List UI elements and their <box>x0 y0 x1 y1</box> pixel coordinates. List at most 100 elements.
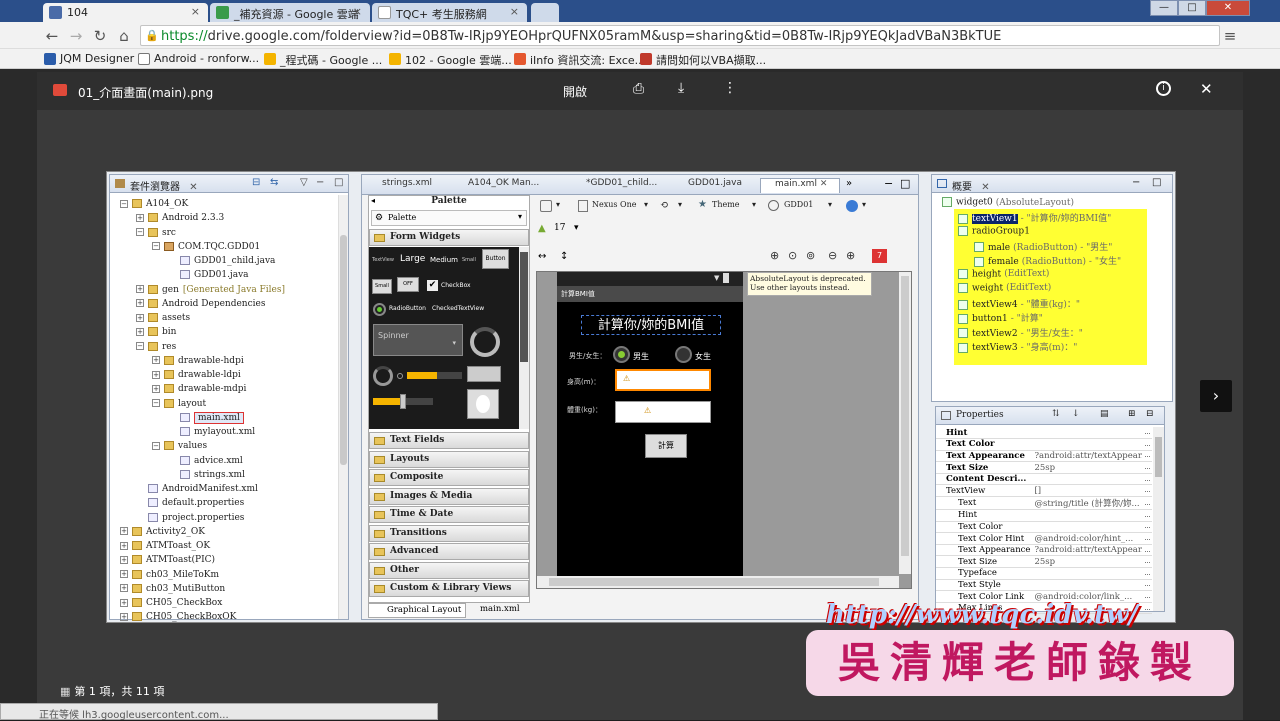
properties-scrollbar[interactable] <box>1153 427 1164 611</box>
property-value[interactable]: @string/title (計算你/妳... <box>1032 496 1143 511</box>
male-radio[interactable] <box>613 346 630 363</box>
outline-item[interactable]: weight (EditText) <box>958 282 1051 293</box>
tree-item[interactable]: − src <box>136 226 176 240</box>
explorer-scrollbar[interactable] <box>338 195 348 619</box>
palette-select[interactable]: ⚙ Palette ▾ <box>371 210 527 226</box>
property-row[interactable]: Hint… <box>936 427 1153 440</box>
collapse-icon[interactable]: − <box>152 441 160 450</box>
property-row[interactable]: Typeface… <box>936 567 1153 580</box>
browser-tab-104[interactable]: 104 × <box>43 3 208 22</box>
property-edit-button[interactable]: … <box>1142 567 1153 580</box>
chevron-down-icon[interactable]: ▾ <box>752 200 756 209</box>
property-edit-button[interactable]: … <box>1142 461 1153 474</box>
close-viewer-icon[interactable]: ✕ <box>1200 80 1213 98</box>
property-edit-button[interactable]: … <box>1142 602 1153 615</box>
widget-progress-large[interactable] <box>470 327 500 357</box>
bmi-heading[interactable]: 計算你/妳的BMI值 <box>581 315 721 335</box>
forward-arrow-icon[interactable]: → <box>66 26 86 46</box>
zoom-actual-icon[interactable]: ⊚ <box>806 249 815 262</box>
tree-item[interactable]: main.xml <box>168 411 244 425</box>
expand-horizontal-icon[interactable]: ↔ <box>538 251 546 262</box>
property-edit-button[interactable]: … <box>1142 521 1153 534</box>
expand-icon[interactable]: + <box>136 313 144 322</box>
outline-item[interactable]: textView4- "體重(kg)：" <box>958 297 1080 310</box>
collapse-icon[interactable]: − <box>136 342 144 350</box>
property-value[interactable] <box>1032 579 1143 592</box>
expand-icon[interactable]: + <box>152 370 160 379</box>
widget-checkbox[interactable]: CheckBox <box>441 282 471 289</box>
canvas-vscrollbar[interactable] <box>899 272 911 574</box>
minimize-view-icon[interactable]: − <box>316 177 324 188</box>
tree-item[interactable]: project.properties <box>136 511 244 525</box>
expand-icon[interactable]: + <box>136 299 144 308</box>
outline-item[interactable]: radioGroup1 <box>958 225 1033 236</box>
api-level-select[interactable]: 17 <box>554 223 565 233</box>
advanced-icon[interactable]: ▤ <box>1100 409 1109 419</box>
view-menu-icon[interactable]: ▽ <box>300 177 308 188</box>
next-image-button[interactable]: › <box>1200 380 1232 412</box>
property-row[interactable]: Text Size 25sp… <box>936 555 1153 569</box>
bookmark-item[interactable]: JQM Designer <box>44 52 134 65</box>
property-edit-button[interactable]: … <box>1142 450 1153 463</box>
chevron-down-icon[interactable]: ▾ <box>556 200 560 209</box>
property-edit-button[interactable]: … <box>1142 555 1153 569</box>
reload-icon[interactable]: ↻ <box>90 26 110 46</box>
expand-icon[interactable]: + <box>136 213 144 222</box>
property-value[interactable] <box>1032 521 1143 534</box>
tree-item[interactable]: + Android Dependencies <box>136 297 265 311</box>
palette-scrollbar[interactable] <box>519 247 529 429</box>
collapse-icon[interactable]: − <box>152 242 160 251</box>
browser-tab-tqc[interactable]: TQC+ 考生服務網 × <box>372 3 527 22</box>
back-arrow-icon[interactable]: ← <box>42 26 62 46</box>
widget-progress-horizontal[interactable] <box>407 372 462 379</box>
palette-category[interactable]: Other <box>369 561 529 579</box>
property-value[interactable]: [] <box>1032 484 1143 498</box>
layout-canvas[interactable]: ▼ 計算BMI值 計算你/妳的BMI值 男生/女生： 男生 女生 身高(m)： … <box>536 271 912 589</box>
tree-item[interactable]: + Activity2_OK <box>120 525 205 539</box>
maximize-view-icon[interactable]: □ <box>334 177 343 188</box>
expand-icon[interactable]: + <box>120 555 128 564</box>
property-edit-button[interactable]: … <box>1142 484 1153 498</box>
outline-item[interactable]: widget0 (AbsoluteLayout) <box>942 197 1074 208</box>
tree-item[interactable]: + drawable-hdpi <box>152 354 244 368</box>
property-edit-button[interactable]: … <box>1142 496 1153 511</box>
link-editor-icon[interactable]: ⇆ <box>270 177 278 188</box>
widget-progress-small[interactable] <box>397 373 403 379</box>
outline-item[interactable]: height (EditText) <box>958 268 1049 279</box>
palette-category-form-widgets[interactable]: Form Widgets <box>369 229 529 246</box>
tree-item[interactable]: + Android 2.3.3 <box>136 211 224 225</box>
property-edit-button[interactable]: … <box>1142 579 1153 592</box>
expand-icon[interactable]: + <box>136 327 144 336</box>
locale-globe-icon[interactable] <box>846 200 858 212</box>
height-input[interactable]: ⚠ <box>615 369 711 391</box>
property-row[interactable]: TextView[]… <box>936 484 1153 498</box>
close-window-button[interactable]: ✕ <box>1206 0 1250 16</box>
palette-category[interactable]: Advanced <box>369 543 529 560</box>
palette-category[interactable]: Layouts <box>369 450 529 468</box>
palette-category[interactable]: Custom & Library Views <box>369 580 529 597</box>
calculate-button[interactable]: 計算 <box>645 434 687 458</box>
outline-item[interactable]: textView2- "男生/女生：" <box>958 326 1083 339</box>
property-row[interactable]: Text Appearance ?android:attr/textAppear.… <box>936 450 1153 463</box>
palette-category[interactable]: Transitions <box>369 524 529 542</box>
menu-icon[interactable]: ≡ <box>1220 26 1240 46</box>
maximize-view-icon[interactable]: □ <box>1152 177 1161 188</box>
grid-icon[interactable]: ▦ <box>60 685 70 698</box>
female-radio[interactable] <box>675 346 692 363</box>
scrollbar-thumb[interactable] <box>340 235 347 465</box>
tree-item[interactable]: GDD01.java <box>168 268 249 282</box>
xml-source-tab[interactable]: main.xml <box>462 603 524 618</box>
sort-az-icon[interactable]: ↓ <box>1072 409 1080 419</box>
property-value[interactable] <box>1032 427 1143 440</box>
chevron-down-icon[interactable]: ▾ <box>574 223 579 233</box>
property-row[interactable]: Text @string/title (計算你/妳...… <box>936 496 1153 511</box>
download-icon[interactable]: ⤓ <box>678 80 684 96</box>
palette-category[interactable]: Images & Media <box>369 487 529 505</box>
expand-all-icon[interactable]: ⊞ <box>1128 409 1136 419</box>
collapse-all-icon[interactable]: ⊟ <box>1146 409 1154 419</box>
bookmark-item[interactable]: Android - ronforw... <box>138 52 259 65</box>
theme-select[interactable]: Theme <box>712 200 740 209</box>
editor-tab[interactable]: A104_OK Man... <box>454 178 539 193</box>
property-value[interactable]: ?android:attr/textAppear... <box>1032 544 1143 557</box>
property-edit-button[interactable]: … <box>1142 509 1153 522</box>
